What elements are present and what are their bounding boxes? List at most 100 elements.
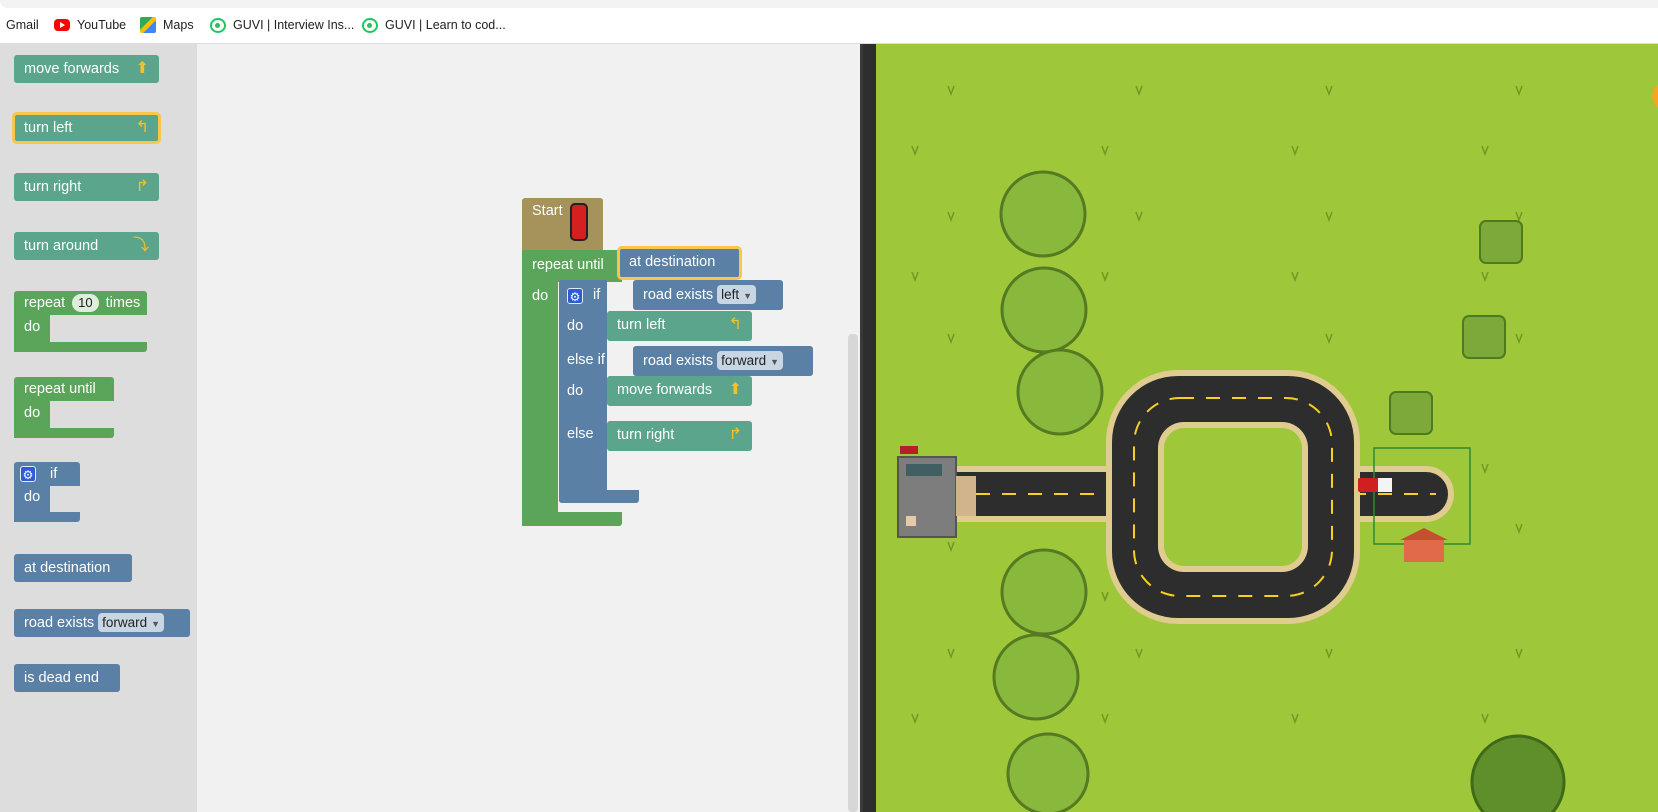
block-label: turn right	[617, 427, 675, 443]
bookmarks-bar: Gmail YouTube Maps GUVI | Interview Ins.…	[0, 0, 1658, 44]
repeat-count-field[interactable]: 10	[72, 294, 99, 312]
gear-icon[interactable]: ⚙	[20, 466, 36, 483]
repeat-times-footer	[14, 342, 147, 352]
toolbox-is-dead-end-block[interactable]: is dead end	[14, 664, 120, 692]
youtube-icon	[54, 19, 70, 31]
bookmark-label: GUVI | Interview Ins...	[233, 18, 355, 32]
toolbox-turn-right-block[interactable]: turn right ↱	[14, 173, 159, 201]
block-label: turn left	[617, 317, 666, 333]
bookmark-label: GUVI | Learn to cod...	[385, 18, 506, 32]
if-label: if	[593, 287, 601, 303]
turn-right-icon: ↱	[728, 426, 742, 443]
block-label: repeat until	[24, 381, 96, 397]
bookmark-maps[interactable]: Maps	[140, 16, 194, 34]
bookmark-guvi-learn[interactable]: GUVI | Learn to cod...	[362, 16, 506, 34]
toolbox-move-forwards-block[interactable]: move forwards ⬆	[14, 55, 159, 83]
repeat-until-footer	[522, 512, 622, 526]
block-label: if	[50, 466, 58, 482]
block-label: at destination	[629, 254, 716, 270]
program-at-destination-block[interactable]: at destination	[617, 246, 742, 280]
dropdown-value: left	[721, 287, 740, 302]
bookmark-youtube[interactable]: YouTube	[54, 16, 126, 34]
repeat-until-footer	[14, 428, 114, 438]
toolbox-turn-left-block[interactable]: turn left ↰	[12, 112, 161, 144]
block-label: turn around	[24, 238, 99, 254]
bookmark-label: YouTube	[77, 18, 127, 32]
gear-icon[interactable]: ⚙	[567, 288, 583, 304]
block-label: road exists	[24, 615, 95, 631]
arrow-up-icon: ⬆	[728, 381, 742, 398]
toolbox-turn-around-block[interactable]: turn around ⤵	[14, 232, 159, 260]
bookmark-label: Gmail	[6, 18, 39, 32]
if-else-footer	[559, 490, 639, 503]
program-road-exists-forward-block[interactable]: road exists forward ▼	[633, 346, 813, 376]
chevron-down-icon: ▼	[770, 357, 780, 367]
do-label: do	[24, 405, 41, 421]
do-label: do	[567, 383, 584, 399]
block-label: move forwards	[617, 382, 713, 398]
do-label: do	[532, 288, 549, 304]
toolbox-repeat-times-block[interactable]: repeat 10 times do	[14, 291, 147, 352]
road-exists-dropdown[interactable]: forward ▼	[98, 613, 165, 632]
dropdown-value: forward	[721, 353, 767, 368]
garage-roof-panels	[906, 464, 942, 476]
program-move-forwards-block[interactable]: move forwards ⬆	[607, 376, 752, 406]
road-exists-dropdown[interactable]: forward ▼	[717, 351, 784, 370]
block-label: repeat	[24, 295, 66, 311]
turn-right-icon: ↱	[135, 178, 149, 195]
destination-house	[1404, 538, 1444, 562]
panel-divider[interactable]	[860, 44, 876, 812]
if-footer	[14, 512, 80, 522]
toolbox-if-block[interactable]: ⚙ if do	[14, 462, 80, 522]
arrow-up-icon: ⬆	[135, 60, 149, 77]
do-label: do	[567, 318, 584, 334]
toolbox-repeat-until-block[interactable]: repeat until do	[14, 377, 114, 438]
bookmark-guvi-interview[interactable]: GUVI | Interview Ins...	[210, 16, 354, 34]
else-if-label: else if	[567, 352, 605, 368]
road-exists-dropdown[interactable]: left ▼	[717, 285, 757, 304]
bookmark-gmail[interactable]: Gmail	[6, 16, 39, 34]
program-workspace[interactable]: Start repeat until do at destination ⚙ i…	[197, 44, 860, 812]
program-road-exists-left-block[interactable]: road exists left ▼	[633, 280, 783, 310]
dropdown-value: forward	[102, 615, 148, 630]
turn-left-icon: ↰	[728, 316, 742, 333]
van-cab	[1378, 478, 1392, 492]
toolbox-road-exists-block[interactable]: road exists forward ▼	[14, 609, 190, 637]
chevron-down-icon: ▼	[743, 291, 753, 301]
workspace-scrollbar[interactable]	[848, 334, 858, 812]
block-label: road exists	[643, 287, 714, 303]
chevron-down-icon: ▼	[151, 619, 161, 629]
garage-window	[906, 516, 916, 526]
guvi-icon	[362, 17, 378, 33]
repeat-until-label: repeat until	[532, 257, 604, 273]
bookmark-label: Maps	[163, 18, 194, 32]
turn-left-icon: ↰	[135, 119, 149, 136]
start-block[interactable]: Start	[522, 198, 603, 250]
block-label: move forwards	[24, 61, 120, 77]
block-toolbox: move forwards ⬆ turn left ↰ turn right ↱…	[0, 44, 197, 812]
program-turn-right-block[interactable]: turn right ↱	[607, 421, 752, 451]
do-label: do	[24, 319, 41, 335]
block-label: road exists	[643, 353, 714, 369]
program-turn-left-block[interactable]: turn left ↰	[607, 311, 752, 341]
turn-around-icon: ⤵	[132, 237, 149, 254]
maps-icon	[140, 17, 156, 33]
block-label: at destination	[24, 560, 111, 576]
block-label: turn right	[24, 179, 82, 195]
address-bar-edge	[0, 0, 1658, 8]
game-map	[876, 44, 1658, 812]
do-label: do	[24, 489, 41, 505]
block-label: turn left	[24, 120, 73, 136]
guvi-icon	[210, 17, 226, 33]
ring-inner-grass	[1164, 428, 1302, 566]
repeat-until-header: repeat until	[14, 377, 114, 401]
garage-sign	[900, 446, 918, 454]
block-label: is dead end	[24, 670, 99, 686]
car-icon	[570, 203, 588, 241]
if-header: ⚙ if	[14, 462, 80, 486]
garage-door	[956, 476, 976, 516]
else-label: else	[567, 426, 594, 442]
repeat-times-header: repeat 10 times	[14, 291, 147, 315]
toolbox-at-destination-block[interactable]: at destination	[14, 554, 132, 582]
start-label: Start	[532, 203, 563, 219]
